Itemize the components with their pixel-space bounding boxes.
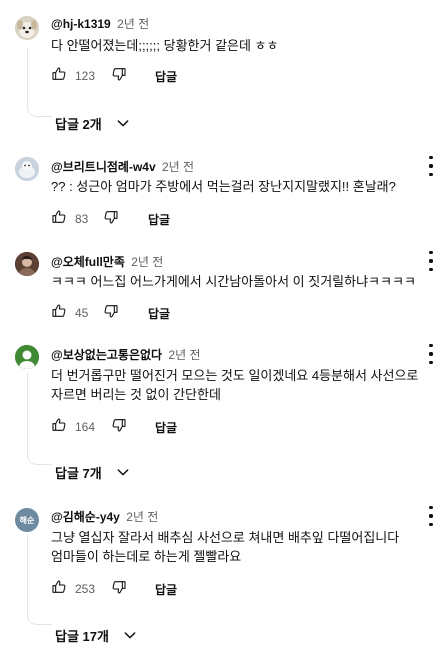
more-options-icon[interactable] bbox=[426, 506, 436, 526]
comment-text: 그냥 열십자 잘라서 배추심 사선으로 쳐내면 배추잎 다떨어집니다 엄마들이 … bbox=[51, 528, 399, 566]
like-count: 123 bbox=[75, 69, 96, 83]
comment-actions: 83 답글 bbox=[51, 209, 271, 229]
person-avatar-icon bbox=[15, 252, 39, 276]
like-count: 83 bbox=[75, 212, 89, 226]
replies-label: 답글 7개 bbox=[55, 466, 102, 481]
comment-line: 자르면 버리는 것 없이 간단한데 bbox=[51, 387, 221, 402]
avatar[interactable] bbox=[15, 252, 39, 276]
thumbs-down-icon[interactable] bbox=[111, 417, 127, 433]
author-handle[interactable]: @보상없는고통은없다 bbox=[51, 348, 162, 362]
thumbs-up-icon[interactable] bbox=[51, 66, 67, 82]
comment-line: 더 번거롭구만 떨어진거 모으는 것도 일이겠네요 4등분해서 사선으로 bbox=[51, 368, 419, 383]
more-options-icon[interactable] bbox=[426, 251, 436, 271]
thumbs-down-icon[interactable] bbox=[103, 209, 119, 225]
comment-header: @오체full만족 2년 전 bbox=[51, 253, 163, 270]
comment-actions: 253 답글 bbox=[51, 579, 271, 599]
comment-header: @hj-k1319 2년 전 bbox=[51, 15, 149, 32]
thread-line bbox=[27, 372, 28, 458]
comment-time[interactable]: 2년 전 bbox=[126, 510, 158, 524]
thumbs-down-icon[interactable] bbox=[111, 66, 127, 82]
avatar[interactable] bbox=[15, 157, 39, 181]
avatar[interactable] bbox=[15, 16, 39, 40]
author-handle[interactable]: @김해순-y4y bbox=[51, 510, 120, 524]
thread-line bbox=[27, 534, 28, 619]
comment-line: 엄마들이 하는데로 하는게 젤빨라요 bbox=[51, 549, 242, 564]
bird-avatar-icon bbox=[15, 157, 39, 181]
more-options-icon[interactable] bbox=[426, 156, 436, 176]
comment-line: 그냥 열십자 잘라서 배추심 사선으로 쳐내면 배추잎 다떨어집니다 bbox=[51, 530, 400, 545]
reply-button[interactable]: 답글 bbox=[148, 305, 170, 322]
comment-time[interactable]: 2년 전 bbox=[162, 160, 194, 174]
more-options-icon[interactable] bbox=[426, 344, 436, 364]
comment-time[interactable]: 2년 전 bbox=[131, 255, 163, 269]
reply-button[interactable]: 답글 bbox=[155, 68, 177, 85]
reply-button[interactable]: 답글 bbox=[155, 419, 177, 436]
thumbs-down-icon[interactable] bbox=[111, 579, 127, 595]
comment-time[interactable]: 2년 전 bbox=[117, 17, 149, 31]
comment-line: ?? : 성근아 엄마가 주방에서 먹는걸러 장난지지말랬지!! 혼날래? bbox=[51, 179, 396, 194]
thread-curve bbox=[27, 452, 52, 465]
reply-button[interactable]: 답글 bbox=[148, 211, 170, 228]
avatar[interactable] bbox=[15, 345, 39, 369]
thumbs-up-icon[interactable] bbox=[51, 209, 67, 225]
chevron-down-icon bbox=[117, 120, 129, 127]
avatar[interactable]: 해순 bbox=[15, 508, 39, 532]
author-handle[interactable]: @브리트니점례-w4v bbox=[51, 160, 156, 174]
chevron-down-icon bbox=[124, 632, 136, 639]
comment-header: @김해순-y4y 2년 전 bbox=[51, 508, 158, 525]
comment-actions: 45 답글 bbox=[51, 303, 271, 323]
green-avatar-icon bbox=[15, 345, 39, 369]
comment-header: @브리트니점례-w4v 2년 전 bbox=[51, 158, 194, 175]
comment-text: ㅋㅋㅋ 어느집 어느가게에서 시간남아돌아서 이 짓거릴하냐ㅋㅋㅋㅋ bbox=[51, 272, 416, 291]
chevron-down-icon bbox=[117, 469, 129, 476]
comment-actions: 164 답글 bbox=[51, 417, 271, 437]
author-handle[interactable]: @hj-k1319 bbox=[51, 17, 111, 31]
like-count: 164 bbox=[75, 420, 96, 434]
dog-avatar-icon bbox=[15, 16, 39, 40]
comment-header: @보상없는고통은없다 2년 전 bbox=[51, 346, 201, 363]
like-count: 45 bbox=[75, 306, 89, 320]
comment-line: 다 안떨어졌는데;;;;;; 당황한거 같은데 ㅎㅎ bbox=[51, 38, 279, 53]
avatar-initials: 해순 bbox=[19, 515, 35, 525]
thread-line bbox=[27, 48, 28, 110]
comment-text: ?? : 성근아 엄마가 주방에서 먹는걸러 장난지지말랬지!! 혼날래? bbox=[51, 177, 396, 196]
thumbs-up-icon[interactable] bbox=[51, 417, 67, 433]
thumbs-up-icon[interactable] bbox=[51, 579, 67, 595]
comment-line: ㅋㅋㅋ 어느집 어느가게에서 시간남아돌아서 이 짓거릴하냐ㅋㅋㅋㅋ bbox=[51, 274, 416, 289]
replies-label: 답글 17개 bbox=[55, 629, 109, 644]
comment-time[interactable]: 2년 전 bbox=[168, 348, 200, 362]
thread-curve bbox=[27, 612, 52, 625]
author-handle[interactable]: @오체full만족 bbox=[51, 255, 125, 269]
thumbs-down-icon[interactable] bbox=[103, 303, 119, 319]
comment-text: 다 안떨어졌는데;;;;;; 당황한거 같은데 ㅎㅎ bbox=[51, 36, 278, 55]
thread-curve bbox=[27, 104, 52, 117]
replies-label: 답글 2개 bbox=[55, 117, 102, 132]
like-count: 253 bbox=[75, 582, 96, 596]
comment-actions: 123 답글 bbox=[51, 66, 271, 86]
reply-button[interactable]: 답글 bbox=[155, 581, 177, 598]
comment-text: 더 번거롭구만 떨어진거 모으는 것도 일이겠네요 4등분해서 사선으로 자르면… bbox=[51, 366, 418, 404]
thumbs-up-icon[interactable] bbox=[51, 303, 67, 319]
